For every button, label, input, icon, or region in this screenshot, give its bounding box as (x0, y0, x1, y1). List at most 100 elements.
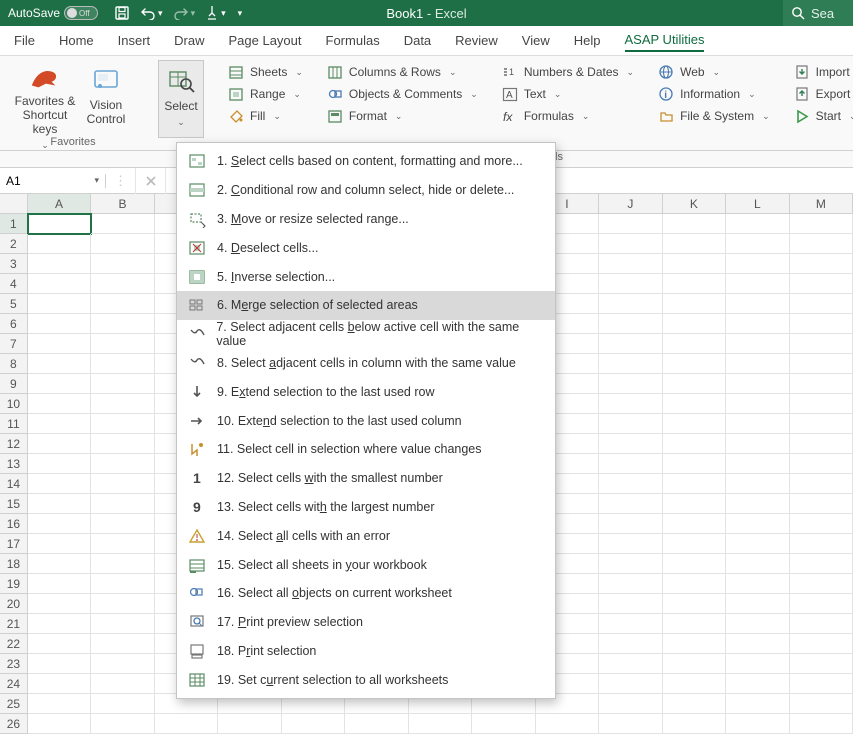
cell[interactable] (726, 594, 789, 614)
cell[interactable] (663, 594, 726, 614)
cell[interactable] (663, 474, 726, 494)
row-header[interactable]: 4 (0, 274, 28, 294)
touchmode-button[interactable]: ▾ (205, 5, 226, 21)
cell[interactable] (599, 594, 662, 614)
select-menu-item-18[interactable]: 18. Print selection (177, 637, 555, 666)
cell[interactable] (663, 574, 726, 594)
cell[interactable] (726, 214, 789, 234)
cell[interactable] (91, 474, 154, 494)
cell[interactable] (726, 674, 789, 694)
import-button[interactable]: Import⌄ (794, 64, 853, 80)
cell[interactable] (28, 254, 91, 274)
cell[interactable] (28, 534, 91, 554)
cell[interactable] (28, 574, 91, 594)
row-header[interactable]: 17 (0, 534, 28, 554)
cell[interactable] (790, 294, 853, 314)
cell[interactable] (726, 654, 789, 674)
row-header[interactable]: 6 (0, 314, 28, 334)
cell[interactable] (790, 334, 853, 354)
cell[interactable] (790, 414, 853, 434)
cell[interactable] (599, 454, 662, 474)
row-header[interactable]: 1 (0, 214, 28, 234)
redo-caret-icon[interactable]: ▾ (191, 8, 196, 19)
undo-caret-icon[interactable]: ▾ (158, 8, 163, 19)
select-all-corner[interactable] (0, 194, 28, 214)
cancel-formula-icon[interactable] (136, 168, 166, 194)
cell[interactable] (599, 234, 662, 254)
name-box-input[interactable] (6, 174, 66, 188)
cell[interactable] (790, 234, 853, 254)
cell[interactable] (91, 414, 154, 434)
cell[interactable] (91, 714, 154, 734)
cell[interactable] (28, 474, 91, 494)
formulas-button[interactable]: fxFormulas⌄ (502, 108, 634, 124)
select-menu-item-11[interactable]: 11. Select cell in selection where value… (177, 435, 555, 464)
cell[interactable] (91, 214, 154, 234)
cell[interactable] (28, 594, 91, 614)
row-header[interactable]: 24 (0, 674, 28, 694)
export-button[interactable]: Export⌄ (794, 86, 853, 102)
cell[interactable] (663, 394, 726, 414)
cell[interactable] (790, 514, 853, 534)
name-box[interactable]: ▾ (0, 174, 106, 188)
cell[interactable] (726, 454, 789, 474)
cell[interactable] (91, 254, 154, 274)
cell[interactable] (91, 554, 154, 574)
cell[interactable] (663, 554, 726, 574)
cell[interactable] (726, 694, 789, 714)
cell[interactable] (726, 374, 789, 394)
cell[interactable] (790, 574, 853, 594)
select-menu-item-6[interactable]: 6. Merge selection of selected areas (177, 291, 555, 320)
cell[interactable] (726, 714, 789, 734)
cell[interactable] (28, 394, 91, 414)
cell[interactable] (91, 434, 154, 454)
cell[interactable] (663, 274, 726, 294)
cell[interactable] (790, 694, 853, 714)
search-input[interactable] (811, 6, 851, 21)
cell[interactable] (663, 374, 726, 394)
cell[interactable] (599, 374, 662, 394)
row-header[interactable]: 14 (0, 474, 28, 494)
tab-review[interactable]: Review (455, 30, 498, 51)
cell[interactable] (155, 714, 218, 734)
cell[interactable] (790, 354, 853, 374)
cell[interactable] (28, 374, 91, 394)
save-icon[interactable] (114, 5, 130, 21)
cell[interactable] (28, 674, 91, 694)
start-button[interactable]: Start⌄ (794, 108, 853, 124)
row-header[interactable]: 5 (0, 294, 28, 314)
format-button[interactable]: Format⌄ (327, 108, 478, 124)
row-header[interactable]: 12 (0, 434, 28, 454)
row-header[interactable]: 2 (0, 234, 28, 254)
cell[interactable] (599, 334, 662, 354)
cell[interactable] (91, 334, 154, 354)
cell[interactable] (599, 214, 662, 234)
cell[interactable] (28, 334, 91, 354)
numbers-dates-button[interactable]: 1Numbers & Dates⌄ (502, 64, 634, 80)
column-header[interactable]: M (790, 194, 853, 214)
cell[interactable] (28, 654, 91, 674)
file-system-button[interactable]: File & System⌄ (658, 108, 770, 124)
row-header[interactable]: 7 (0, 334, 28, 354)
sheets-button[interactable]: Sheets⌄ (228, 64, 303, 80)
cell[interactable] (91, 314, 154, 334)
column-header[interactable]: A (28, 194, 91, 214)
select-button[interactable]: Select ⌄ (158, 60, 204, 138)
range-button[interactable]: Range⌄ (228, 86, 303, 102)
select-menu-item-17[interactable]: 17. Print preview selection (177, 608, 555, 637)
cell[interactable] (91, 374, 154, 394)
cell[interactable] (726, 554, 789, 574)
column-header[interactable]: K (663, 194, 726, 214)
cell[interactable] (726, 234, 789, 254)
fill-button[interactable]: Fill⌄ (228, 108, 303, 124)
cell[interactable] (28, 554, 91, 574)
cell[interactable] (663, 454, 726, 474)
cell[interactable] (218, 714, 281, 734)
cell[interactable] (28, 214, 91, 234)
qat-customize-icon[interactable]: ▾ (236, 8, 243, 19)
cell[interactable] (726, 474, 789, 494)
cell[interactable] (599, 314, 662, 334)
row-header[interactable]: 16 (0, 514, 28, 534)
tab-page-layout[interactable]: Page Layout (229, 30, 302, 51)
cell[interactable] (599, 434, 662, 454)
